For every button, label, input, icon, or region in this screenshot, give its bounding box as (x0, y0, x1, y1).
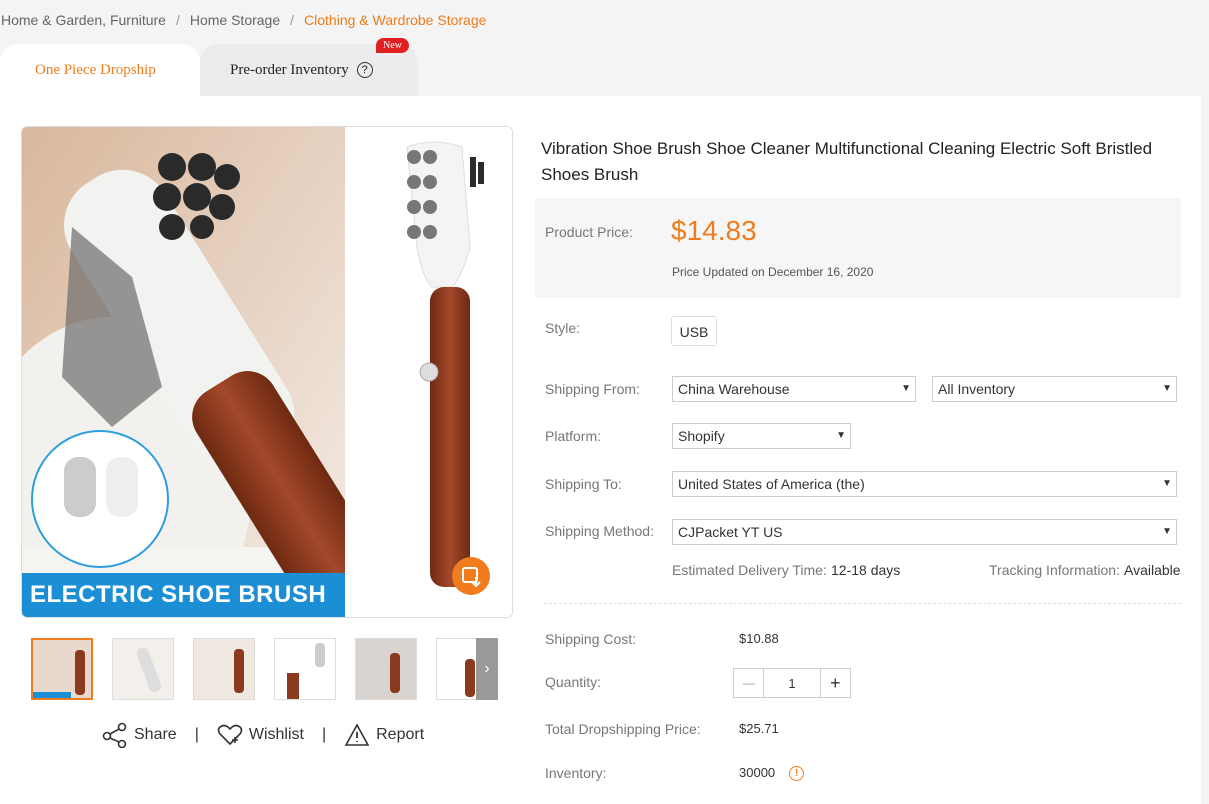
tracking-value: Available (1124, 562, 1181, 578)
breadcrumb-separator: / (175, 12, 180, 28)
chevron-down-icon: ▼ (1162, 478, 1172, 489)
platform-select[interactable]: Shopify ▼ (672, 423, 851, 449)
wishlist-button[interactable]: Wishlist (217, 723, 304, 747)
quantity-increment-button[interactable]: + (819, 669, 850, 697)
report-label: Report (376, 726, 425, 743)
thumbnail-3[interactable] (193, 638, 255, 700)
total-price-value: $25.71 (739, 721, 779, 736)
price-updated-note: Price Updated on December 16, 2020 (672, 265, 874, 279)
quantity-stepper: — 1 + (733, 668, 851, 698)
product-price: $14.83 (671, 215, 757, 246)
tab-one-piece-dropship[interactable]: One Piece Dropship (0, 44, 200, 96)
delivery-time-label: Estimated Delivery Time: (672, 562, 827, 578)
product-photo-illustration (22, 127, 512, 617)
quantity-decrement-button[interactable]: — (734, 669, 765, 697)
style-option-usb[interactable]: USB (671, 316, 717, 346)
shipping-to-select[interactable]: United States of America (the) ▼ (672, 471, 1177, 497)
inventory-label: Inventory: (545, 765, 607, 781)
help-icon[interactable]: ? (356, 62, 373, 78)
thumbnail-next-button[interactable]: › (476, 638, 498, 700)
shipping-method-label: Shipping Method: (545, 523, 654, 539)
breadcrumb-current[interactable]: Clothing & Wardrobe Storage (304, 12, 486, 28)
chevron-down-icon: ▼ (901, 383, 911, 394)
product-actions: Share | Wishlist | Report (102, 722, 424, 748)
delivery-time-value: 12-18 days (831, 562, 901, 578)
tracking-label: Tracking Information: (989, 562, 1120, 578)
breadcrumb: Home & Garden, Furniture / Home Storage / Cl… (1, 12, 486, 28)
platform-value: Shopify (678, 428, 725, 444)
thumbnail-4[interactable] (274, 638, 336, 700)
thumbnail-5[interactable] (355, 638, 417, 700)
total-price-label: Total Dropshipping Price: (545, 721, 701, 737)
share-button[interactable]: Share (102, 722, 177, 748)
shipping-cost-label: Shipping Cost: (545, 631, 637, 647)
quantity-label: Quantity: (545, 674, 602, 690)
inventory-info-icon[interactable]: ! (789, 763, 804, 781)
quantity-input[interactable]: 1 (764, 669, 819, 697)
shipping-from-select[interactable]: China Warehouse ▼ (672, 376, 916, 402)
shipping-cost-value: $10.88 (739, 631, 779, 646)
warning-circle-icon: ! (789, 766, 804, 781)
inventory-scope-select[interactable]: All Inventory ▼ (932, 376, 1177, 402)
shipping-method-value: CJPacket YT US (678, 524, 783, 540)
inventory-scope-value: All Inventory (938, 381, 1016, 397)
tab-dropship-label: One Piece Dropship (35, 61, 156, 78)
wishlist-label: Wishlist (248, 726, 304, 743)
price-label: Product Price: (545, 224, 633, 240)
product-main-image[interactable]: ELECTRIC SHOE BRUSH (21, 126, 513, 618)
share-icon (102, 722, 127, 748)
chevron-down-icon: ▼ (1162, 526, 1172, 537)
product-banner: ELECTRIC SHOE BRUSH (22, 573, 345, 617)
tab-preorder-label: Pre-order Inventory (230, 61, 349, 78)
inventory-value: 30000 (739, 765, 776, 780)
new-badge: New (376, 38, 409, 53)
platform-label: Platform: (545, 428, 602, 444)
breadcrumb-separator: / (290, 12, 295, 28)
thumbnail-1[interactable] (31, 638, 93, 700)
thumbnail-2[interactable] (112, 638, 174, 700)
shipping-from-label: Shipping From: (545, 381, 640, 397)
share-label: Share (134, 726, 177, 743)
heart-plus-icon (217, 724, 243, 746)
shipping-method-select[interactable]: CJPacket YT US ▼ (672, 519, 1177, 545)
chevron-down-icon: ▼ (1162, 383, 1172, 394)
breadcrumb-item-home-storage[interactable]: Home Storage (190, 12, 280, 28)
warning-icon (344, 723, 370, 746)
shipping-from-value: China Warehouse (678, 381, 790, 397)
shipping-to-value: United States of America (the) (678, 476, 865, 492)
report-button[interactable]: Report (344, 723, 424, 747)
divider (544, 603, 1181, 604)
style-label: Style: (545, 320, 581, 336)
action-separator: | (194, 726, 199, 743)
action-separator: | (321, 726, 327, 743)
download-image-icon[interactable] (452, 557, 490, 595)
chevron-down-icon: ▼ (836, 430, 846, 441)
breadcrumb-item-home-garden[interactable]: Home & Garden, Furniture (1, 12, 166, 28)
price-box (535, 198, 1181, 298)
shipping-to-label: Shipping To: (545, 476, 622, 492)
product-title: Vibration Shoe Brush Shoe Cleaner Multif… (541, 139, 1153, 184)
